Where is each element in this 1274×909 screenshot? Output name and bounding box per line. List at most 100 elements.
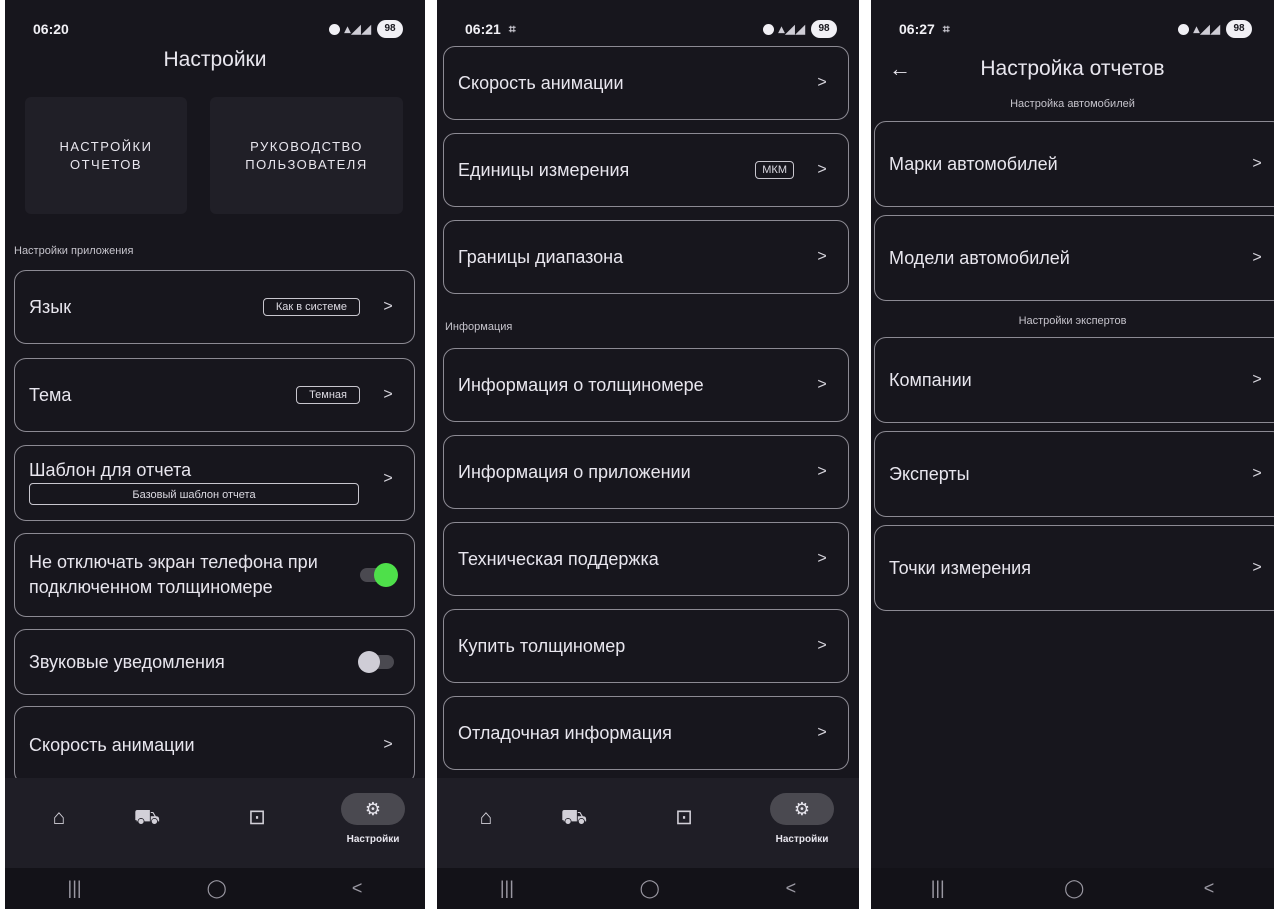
report-settings-label: НАСТРОЙКИ ОТЧЕТОВ: [59, 138, 153, 172]
status-time: 06:21: [465, 21, 501, 37]
nav-cars[interactable]: ⛟: [112, 778, 182, 868]
screenshot-icon: ⌗: [508, 21, 516, 36]
signal-icon: ▴◢◢: [1193, 22, 1221, 36]
page-title: Настройка отчетов: [980, 57, 1165, 80]
chevron-right-icon: >: [1252, 465, 1262, 482]
units-badge: МКМ: [755, 161, 794, 179]
chevron-right-icon: >: [817, 376, 827, 393]
gear-icon: ⚙: [341, 793, 405, 825]
buy-gauge-label: Купить толщиномер: [458, 635, 626, 656]
report-template-row[interactable]: Шаблон для отчета > Базовый шаблон отчет…: [14, 445, 415, 521]
keep-screen-on-label: Не отключать экран телефона при подключе…: [29, 552, 318, 597]
tech-support-label: Техническая поддержка: [458, 548, 659, 569]
system-navigation: ||| ◯ <: [871, 868, 1274, 909]
nav-settings-label: Настройки: [775, 834, 829, 845]
nav-cars[interactable]: ⛟: [539, 778, 609, 868]
screenshot-icon: ⌗: [942, 21, 950, 36]
companies-row[interactable]: Компании >: [874, 337, 1274, 423]
home-button-icon[interactable]: ◯: [207, 878, 227, 899]
chevron-right-icon: >: [817, 463, 827, 480]
chevron-right-icon: >: [1252, 155, 1262, 172]
home-button-icon[interactable]: ◯: [1064, 878, 1084, 899]
companies-label: Компании: [889, 369, 972, 390]
animation-speed-label: Скорость анимации: [458, 72, 624, 93]
status-time: 06:27: [899, 21, 935, 37]
gauge-info-row[interactable]: Информация о толщиномере >: [443, 348, 849, 422]
signal-icon: ▴◢◢: [778, 22, 806, 36]
section-app-settings: Настройки приложения: [14, 245, 134, 257]
nav-home[interactable]: ⌂: [451, 778, 521, 868]
signal-icon: ▴◢◢: [344, 22, 372, 36]
report-template-value: Базовый шаблон отчета: [29, 483, 359, 505]
theme-row[interactable]: Тема Темная >: [14, 358, 415, 432]
chevron-right-icon: >: [1252, 371, 1262, 388]
report-settings-screen: 06:27 ⌗ ▴◢◢ 98 ← Настройка отчетов Настро…: [871, 0, 1274, 909]
home-button-icon[interactable]: ◯: [640, 878, 660, 899]
dnd-icon: [762, 23, 774, 35]
recent-apps-icon[interactable]: |||: [931, 878, 945, 899]
status-bar: 06:27 ⌗ ▴◢◢ 98: [871, 14, 1274, 44]
system-navigation: ||| ◯ <: [5, 868, 425, 909]
nav-home[interactable]: ⌂: [24, 778, 94, 868]
recent-apps-icon[interactable]: |||: [68, 878, 82, 899]
section-cars: Настройка автомобилей: [1010, 98, 1135, 110]
report-template-label: Шаблон для отчета: [29, 460, 192, 480]
animation-speed-row[interactable]: Скорость анимации >: [443, 46, 849, 120]
theme-label: Тема: [29, 384, 72, 405]
recent-apps-icon[interactable]: |||: [500, 878, 514, 899]
battery-icon: 98: [811, 20, 837, 38]
nav-archive[interactable]: ⊡: [222, 778, 292, 868]
keep-screen-on-toggle[interactable]: [360, 563, 398, 587]
app-info-row[interactable]: Информация о приложении >: [443, 435, 849, 509]
car-brands-row[interactable]: Марки автомобилей >: [874, 121, 1274, 207]
animation-speed-row[interactable]: Скорость анимации >: [14, 706, 415, 784]
buy-gauge-row[interactable]: Купить толщиномер >: [443, 609, 849, 683]
chevron-right-icon: >: [1252, 249, 1262, 266]
car-models-label: Модели автомобилей: [889, 247, 1070, 268]
car-brands-label: Марки автомобилей: [889, 153, 1058, 174]
back-icon[interactable]: <: [786, 878, 797, 899]
experts-label: Эксперты: [889, 463, 970, 484]
units-row[interactable]: Единицы измерения МКМ >: [443, 133, 849, 207]
home-icon: ⌂: [479, 806, 493, 829]
chevron-right-icon: >: [817, 550, 827, 567]
nav-archive[interactable]: ⊡: [649, 778, 719, 868]
measure-points-row[interactable]: Точки измерения >: [874, 525, 1274, 611]
keep-screen-on-row[interactable]: Не отключать экран телефона при подключе…: [14, 533, 415, 617]
back-icon[interactable]: <: [352, 878, 363, 899]
bottom-navigation: ⌂ ⛟ ⊡ ⚙ Настройки: [437, 778, 859, 868]
range-limits-row[interactable]: Границы диапазона >: [443, 220, 849, 294]
archive-icon: ⊡: [248, 806, 266, 829]
chevron-right-icon: >: [383, 386, 393, 403]
debug-info-label: Отладочная информация: [458, 722, 672, 743]
status-time: 06:20: [33, 21, 69, 37]
chevron-right-icon: >: [817, 161, 827, 178]
chevron-right-icon: >: [1252, 559, 1262, 576]
sound-notifications-toggle[interactable]: [358, 651, 394, 673]
back-icon[interactable]: <: [1204, 878, 1215, 899]
chevron-right-icon: >: [383, 470, 393, 487]
sound-notifications-row[interactable]: Звуковые уведомления: [14, 629, 415, 695]
measure-points-label: Точки измерения: [889, 557, 1031, 578]
nav-settings[interactable]: ⚙ Настройки: [767, 778, 837, 868]
page-title: Настройки: [163, 48, 267, 71]
user-guide-button[interactable]: РУКОВОДСТВО ПОЛЬЗОВАТЕЛЯ: [210, 97, 403, 214]
home-icon: ⌂: [52, 806, 66, 829]
settings-screen-scrolled: 06:21 ⌗ ▴◢◢ 98 Скорость анимации > Единиц…: [437, 0, 859, 909]
section-experts: Настройки экспертов: [1018, 315, 1127, 327]
user-guide-label: РУКОВОДСТВО ПОЛЬЗОВАТЕЛЯ: [245, 138, 368, 172]
gear-icon: ⚙: [770, 793, 834, 825]
range-limits-label: Границы диапазона: [458, 246, 624, 267]
language-label: Язык: [29, 296, 72, 317]
language-row[interactable]: Язык Как в системе >: [14, 270, 415, 344]
language-badge: Как в системе: [262, 298, 360, 316]
nav-settings[interactable]: ⚙ Настройки: [338, 778, 408, 868]
car-models-row[interactable]: Модели автомобилей >: [874, 215, 1274, 301]
debug-info-row[interactable]: Отладочная информация >: [443, 696, 849, 770]
section-info: Информация: [445, 321, 513, 333]
experts-row[interactable]: Эксперты >: [874, 431, 1274, 517]
report-settings-button[interactable]: НАСТРОЙКИ ОТЧЕТОВ: [25, 97, 187, 214]
tech-support-row[interactable]: Техническая поддержка >: [443, 522, 849, 596]
chevron-right-icon: >: [817, 637, 827, 654]
app-info-label: Информация о приложении: [458, 461, 691, 482]
